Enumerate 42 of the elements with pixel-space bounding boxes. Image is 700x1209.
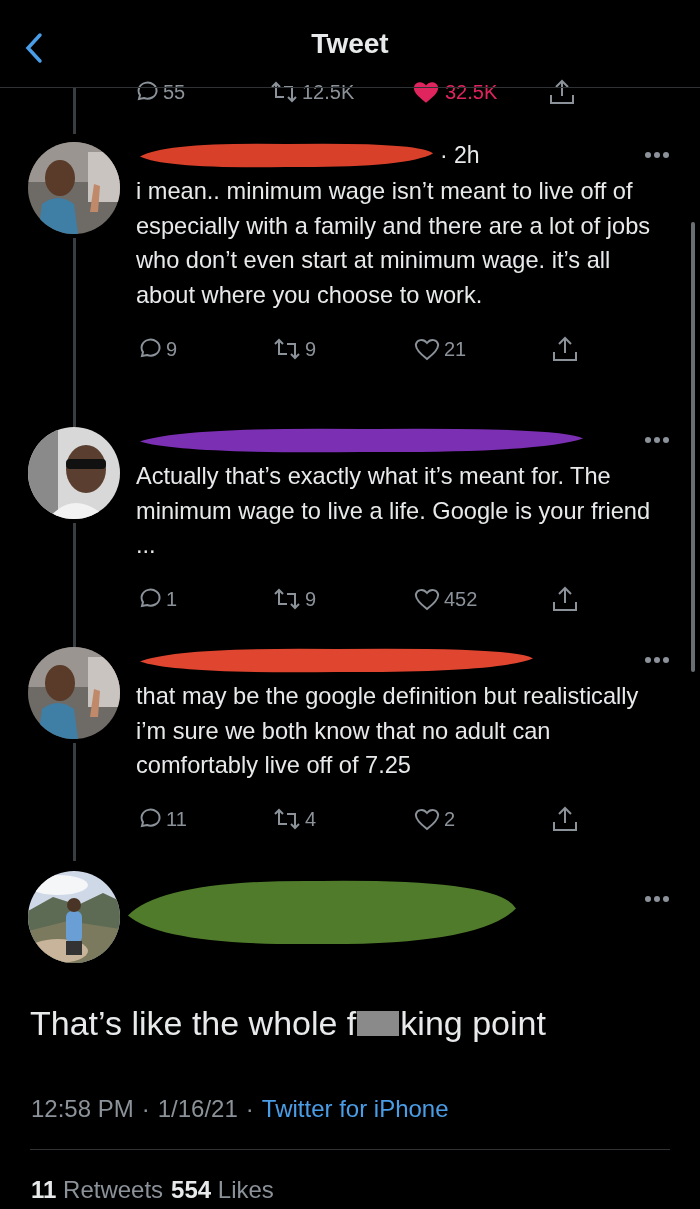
heart-icon[interactable]	[414, 807, 440, 832]
stat-link[interactable]: 554 Likes	[171, 1172, 274, 1208]
back-icon[interactable]	[24, 32, 44, 64]
reply-text: that may be the google definition but realistically i’m sure we both know that no adult can comfortably live off of 7.25	[136, 682, 640, 781]
reply-button[interactable]: 9	[136, 333, 273, 364]
scroll-bar[interactable]	[691, 222, 695, 672]
meta-text: ·	[141, 1094, 150, 1121]
share-icon[interactable]	[551, 334, 579, 363]
more-icon[interactable]	[644, 656, 670, 664]
meta-text: 1/16/21	[157, 1094, 238, 1121]
like-button[interactable]: 21	[414, 333, 551, 364]
page-title: Tweet	[311, 26, 389, 61]
retweet-icon[interactable]	[273, 807, 301, 832]
share-icon[interactable]	[551, 585, 579, 614]
meta-text: ·	[245, 1094, 254, 1121]
retweet-icon[interactable]	[273, 587, 301, 612]
share-icon[interactable]	[551, 805, 579, 834]
tweet-text: That’s like the whole f	[30, 1002, 357, 1044]
retweet-button[interactable]: 9	[273, 584, 414, 615]
timestamp: · 2h	[440, 140, 480, 170]
more-icon[interactable]	[644, 436, 670, 444]
retweet-icon[interactable]	[273, 336, 301, 361]
more-icon[interactable]	[644, 151, 670, 159]
stat-link[interactable]: 11 Retweets	[31, 1172, 164, 1208]
retweet-button[interactable]: 9	[273, 333, 414, 364]
heart-icon[interactable]	[414, 587, 440, 612]
tweet-text: king point	[400, 1002, 546, 1044]
meta-text: 12:58 PM	[31, 1094, 134, 1121]
reply-button[interactable]: 11	[136, 804, 273, 835]
reply-button[interactable]: 55	[133, 77, 270, 107]
reply-button[interactable]: 1	[136, 584, 273, 615]
source-link[interactable]: Twitter for iPhone	[261, 1091, 449, 1121]
like-button[interactable]: 2	[414, 804, 551, 835]
more-icon[interactable]	[644, 895, 670, 903]
retweet-button[interactable]: 4	[273, 804, 414, 835]
retweet-icon[interactable]	[270, 80, 298, 104]
reply-text: i mean.. minimum wage isn’t meant to live off of especially with a family and there are a lot of jobs who don’t even start at minimum wage. it’s all about where you choose to work.	[136, 177, 652, 311]
like-button[interactable]: 452	[414, 584, 551, 615]
reply-text: Actually that’s exactly what it’s meant for. The minimum wage to live a life. Google is your friend ...	[136, 462, 652, 561]
share-icon[interactable]	[548, 78, 576, 106]
heart-icon[interactable]	[411, 79, 441, 105]
heart-icon[interactable]	[414, 336, 440, 361]
